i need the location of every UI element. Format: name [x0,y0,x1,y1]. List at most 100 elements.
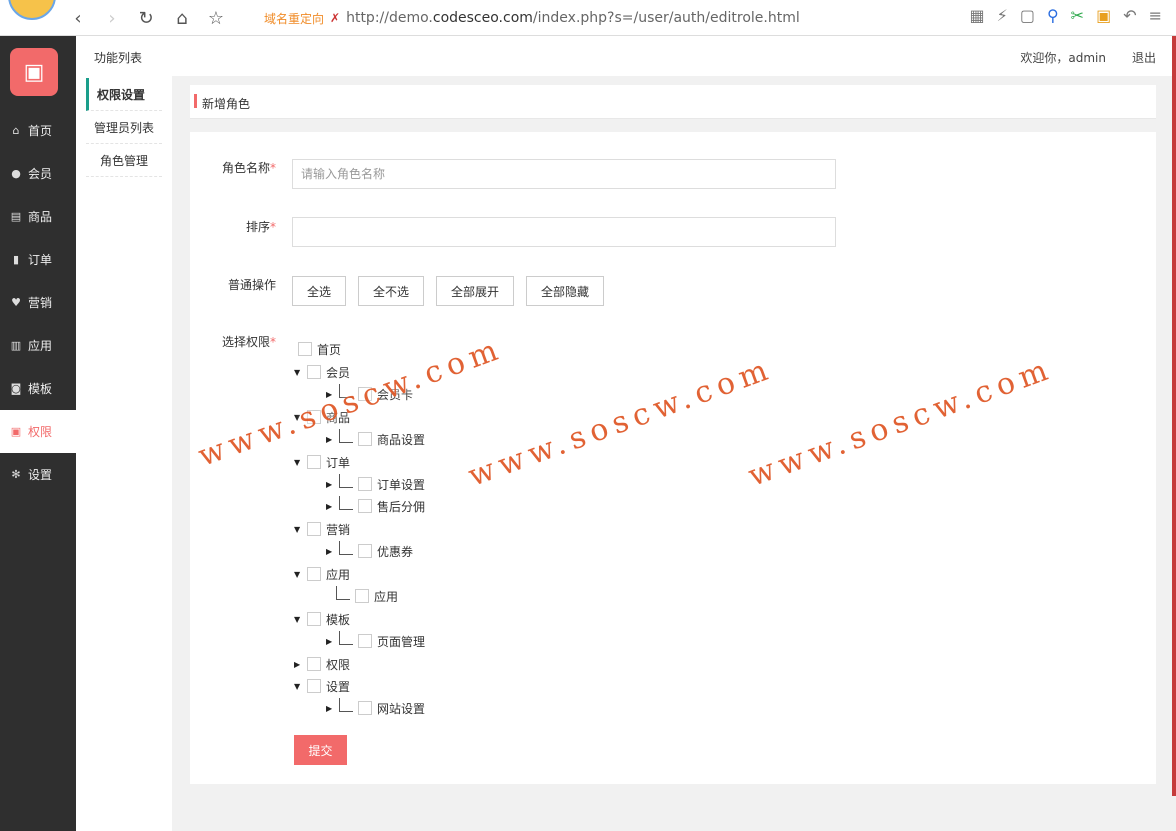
caret-right-icon[interactable]: ▶ [326,435,334,444]
caret-right-icon[interactable]: ▶ [326,704,334,713]
address-bar[interactable]: 域名重定向 ✗ http://demo.codesceo.com/index.p… [264,5,864,31]
tree-node[interactable]: 应用 [336,585,398,605]
page-title: 新增角色 [202,97,251,111]
checkbox[interactable] [358,477,372,491]
sidebar-item-apps[interactable]: ▥ 应用 [0,324,76,367]
checkbox[interactable] [355,589,369,603]
sidebar-item-marketing[interactable]: ♥ 营销 [0,281,76,324]
checkbox[interactable] [358,634,372,648]
tree-connector [339,697,353,712]
caret-down-icon[interactable]: ▼ [294,368,302,377]
tree-connector [339,428,353,443]
lightning-icon[interactable]: ⚡ [997,6,1008,25]
heart-icon: ♥ [11,296,21,309]
tree-node[interactable]: 首页 [298,340,341,358]
subnav-item-admin-list[interactable]: 管理员列表 [86,111,162,144]
caret-down-icon[interactable]: ▼ [294,570,302,579]
checkbox[interactable] [307,567,321,581]
caret-right-icon[interactable]: ▶ [294,660,302,669]
home-icon: ⌂ [12,124,20,137]
checkbox[interactable] [307,455,321,469]
sidebar-item-home[interactable]: ⌂ 首页 [0,109,76,152]
tree-node[interactable]: ▶ 售后分佣 [326,495,425,515]
tree-node[interactable]: ▼ 订单 [294,453,350,471]
caret-right-icon[interactable]: ▶ [326,637,334,646]
panel-header: 新增角色 [190,85,1156,119]
scrollbar[interactable] [1172,36,1176,796]
logout-link[interactable]: 退出 [1132,49,1156,66]
menu-icon[interactable]: ≡ [1149,6,1162,25]
scissors-icon[interactable]: ✂ [1071,6,1084,25]
caret-down-icon[interactable]: ▼ [294,525,302,534]
tree-node[interactable]: ▶ 优惠券 [326,540,413,560]
search-icon[interactable]: ⚲ [1047,6,1059,25]
toolbar-icons: ▦ ⚡ ▢ ⚲ ✂ ▣ ↶ ≡ [969,6,1162,25]
forward-icon[interactable]: › [100,6,124,30]
tree-node[interactable]: ▶ 商品设置 [326,428,425,448]
tree-node[interactable]: ▶ 权限 [294,655,350,673]
tree-node[interactable]: ▼ 营销 [294,520,350,538]
subnav-item-permission-settings[interactable]: 权限设置 [86,78,162,111]
select-none-button[interactable]: 全不选 [358,276,425,306]
checkbox[interactable] [307,365,321,379]
caret-down-icon[interactable]: ▼ [294,458,302,467]
url-text: http://demo.codesceo.com/index.php?s=/us… [346,10,800,26]
checkbox[interactable] [358,544,372,558]
sidebar-item-templates[interactable]: ◙ 模板 [0,367,76,410]
caret-right-icon[interactable]: ▶ [326,547,334,556]
insecure-icon: ✗ [330,11,341,25]
welcome-text: 欢迎你，admin [1020,51,1106,65]
caret-right-icon[interactable]: ▶ [326,502,334,511]
gear-icon: ✻ [11,468,21,481]
user-icon: ● [11,167,21,180]
undo-icon[interactable]: ↶ [1123,6,1136,25]
apps-icon[interactable]: ▣ [1096,6,1111,25]
checkbox[interactable] [307,657,321,671]
title-accent-bar [194,94,197,108]
ops-group: 全选 全不选 全部展开 全部隐藏 [292,276,605,306]
sidebar-item-permissions[interactable]: ▣ 权限 [0,410,76,453]
app-logo[interactable]: ▣ [10,48,58,96]
checkbox[interactable] [307,679,321,693]
sidebar-item-orders[interactable]: ▮ 订单 [0,238,76,281]
select-all-button[interactable]: 全选 [292,276,347,306]
grid-icon[interactable]: ▦ [969,6,984,25]
reload-icon[interactable]: ↻ [134,6,158,30]
caret-right-icon[interactable]: ▶ [326,480,334,489]
clipboard-icon: ▮ [12,253,20,266]
sidebar-item-goods[interactable]: ▤ 商品 [0,195,76,238]
tree-node[interactable]: ▶ 网站设置 [326,697,425,717]
tree-connector [339,630,353,645]
screenshot-icon[interactable]: ▢ [1020,6,1035,25]
tree-node[interactable]: ▼ 设置 [294,677,350,695]
star-icon[interactable]: ☆ [204,6,228,30]
checkbox[interactable] [298,342,312,356]
browser-toolbar: ‹ › ↻ ⌂ ☆ 域名重定向 ✗ http://demo.codesceo.c… [0,0,1176,36]
checkbox[interactable] [307,612,321,626]
sidebar-item-members[interactable]: ● 会员 [0,152,76,195]
expand-all-button[interactable]: 全部展开 [436,276,515,306]
permissions-label: 选择权限* [221,335,276,349]
subnav-item-role-management[interactable]: 角色管理 [86,144,162,177]
caret-down-icon[interactable]: ▼ [294,615,302,624]
tree-node[interactable]: ▶ 页面管理 [326,630,425,650]
collapse-all-button[interactable]: 全部隐藏 [526,276,605,306]
submit-button[interactable]: 提交 [294,735,347,765]
home-icon[interactable]: ⌂ [170,6,194,30]
sidebar-item-settings[interactable]: ✻ 设置 [0,453,76,496]
checkbox[interactable] [358,432,372,446]
sidebar-menu: ⌂ 首页 ● 会员 ▤ 商品 ▮ 订单 ♥ 营销 ▥ 应用 ◙ 模板 ▣ 权限 ✻ 设置 [0,109,76,496]
sort-input[interactable] [292,217,836,247]
checkbox[interactable] [358,701,372,715]
back-icon[interactable]: ‹ [66,6,90,30]
redirect-label: 域名重定向 [264,11,325,26]
caret-down-icon[interactable]: ▼ [294,682,302,691]
tree-node[interactable]: ▼ 应用 [294,565,350,583]
tree-node[interactable]: ▶ 订单设置 [326,473,425,493]
tree-connector [339,473,353,488]
tree-node[interactable]: ▼ 模板 [294,610,350,628]
role-name-input[interactable] [292,159,836,189]
checkbox[interactable] [358,499,372,513]
checkbox[interactable] [307,522,321,536]
tree-node[interactable]: ▼ 会员 [294,363,350,381]
